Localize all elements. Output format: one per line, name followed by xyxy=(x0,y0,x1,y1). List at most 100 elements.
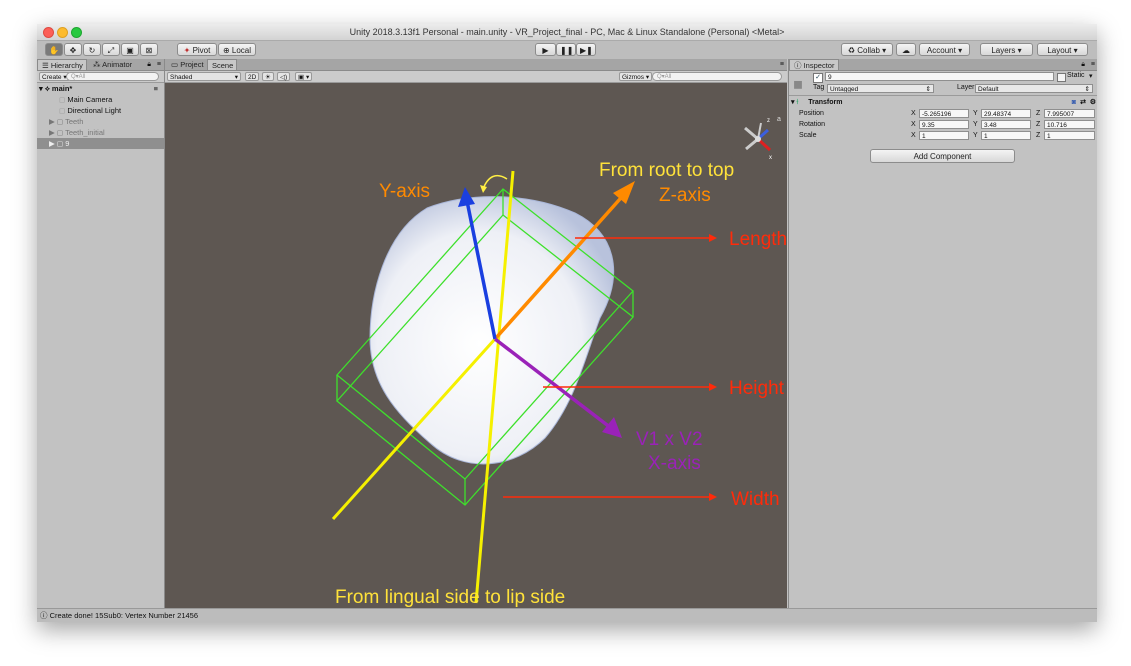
image-icon: ▣ xyxy=(298,74,305,81)
expand-arrow-icon[interactable]: ▶ xyxy=(49,128,55,137)
gizmos-dropdown[interactable]: Gizmos ▾ xyxy=(619,72,653,81)
y-axis-arrowhead xyxy=(458,187,475,207)
position-x-input[interactable]: -5.265196 xyxy=(919,109,969,118)
preset-icon[interactable]: ⇄ xyxy=(1080,97,1086,108)
panel-menu-icon[interactable]: ≡ xyxy=(1091,59,1095,70)
hierarchy-item-label: Teeth xyxy=(65,117,84,126)
tab-inspector[interactable]: ⓘ Inspector xyxy=(789,59,839,70)
position-y-input[interactable]: 29.48374 xyxy=(981,109,1031,118)
hand-tool-button[interactable]: ✋ xyxy=(45,43,63,56)
maximize-window-button[interactable] xyxy=(71,27,82,38)
static-checkbox[interactable] xyxy=(1057,73,1066,82)
rotation-z-input[interactable]: 10.716 xyxy=(1044,120,1095,129)
layers-dropdown[interactable]: Layers ▾ xyxy=(980,43,1033,56)
expand-arrow-icon[interactable]: ▶ xyxy=(49,117,55,126)
rotation-row: Rotation X 9.35 Y 3.48 Z 10.716 xyxy=(789,119,1097,130)
audio-toggle[interactable]: ◁) xyxy=(277,72,291,81)
layout-label: Layout xyxy=(1047,46,1072,55)
scale-y-input[interactable]: 1 xyxy=(981,131,1031,140)
rotate-tool-button[interactable]: ↻ xyxy=(83,43,101,56)
list-item[interactable]: ▶ ◻ Teeth xyxy=(37,116,164,127)
minimize-window-button[interactable] xyxy=(57,27,68,38)
scene-root-row[interactable]: ▾ ⟡ main* ≡ xyxy=(37,83,164,94)
speaker-icon: ◁) xyxy=(280,74,288,81)
chevron-down-icon[interactable]: ▾ xyxy=(1089,72,1093,80)
layout-dropdown[interactable]: Layout ▾ xyxy=(1037,43,1088,56)
orientation-gizmo[interactable] xyxy=(744,122,772,152)
tab-animator[interactable]: ⁂ Animator xyxy=(89,59,136,70)
help-icon[interactable]: ◙ xyxy=(1072,97,1076,108)
tab-project[interactable]: ▭ Project xyxy=(167,59,208,70)
move-tool-button[interactable]: ✥ xyxy=(64,43,82,56)
pivot-toggle-button[interactable]: ✦ Pivot xyxy=(177,43,217,56)
transform-tool-button[interactable]: ⊠ xyxy=(140,43,158,56)
lock-icon[interactable]: 🔒︎ xyxy=(147,59,151,70)
position-x-value: -5.265196 xyxy=(922,111,952,118)
info-icon: ⓘ xyxy=(794,61,802,70)
effects-dropdown[interactable]: ▣ ▾ xyxy=(295,72,313,81)
lingual-to-lip-label: From lingual side to lip side xyxy=(335,587,565,608)
rect-tool-button[interactable]: ▣ xyxy=(121,43,139,56)
gear-icon[interactable]: ⚙ xyxy=(1090,97,1096,108)
scale-x-input[interactable]: 1 xyxy=(919,131,969,140)
layer-dropdown[interactable]: Default ⇕ xyxy=(975,84,1093,93)
lighting-toggle[interactable]: ☀ xyxy=(262,72,274,81)
gizmo-lock-icon[interactable]: a xyxy=(777,116,781,123)
chevron-down-icon: ▾ xyxy=(1073,46,1078,55)
x-axis-letter: X xyxy=(911,121,916,128)
step-button[interactable]: ▶❚ xyxy=(576,43,596,56)
object-name-input[interactable]: 9 xyxy=(825,72,1054,81)
mode-2d-toggle[interactable]: 2D xyxy=(245,72,260,81)
inspector-tabstrip: ⓘ Inspector 🔒︎ ≡ xyxy=(789,59,1097,71)
object-header: ◼ ✓ 9 Static ▾ Tag Untagged ⇕ Layer Defa… xyxy=(789,71,1097,96)
tab-scene[interactable]: Scene xyxy=(207,59,237,70)
lock-icon[interactable]: 🔒︎ xyxy=(1081,59,1085,70)
scene-canvas[interactable]: z x a Y-axis From root to top Z-axis Len… xyxy=(165,83,787,608)
close-window-button[interactable] xyxy=(43,27,54,38)
gameobject-icon: ◻ xyxy=(56,139,64,148)
status-bar: ⓘ Create done! 15Sub0: Vertex Number 214… xyxy=(37,608,1097,622)
play-button[interactable]: ▶ xyxy=(535,43,556,56)
scale-tool-button[interactable]: ⤢ xyxy=(102,43,120,56)
add-component-button[interactable]: Add Component xyxy=(870,149,1015,163)
collab-dropdown[interactable]: ♻ Collab ▾ xyxy=(841,43,893,56)
tab-hierarchy[interactable]: ☰ Hierarchy xyxy=(37,59,87,70)
position-y-value: 29.48374 xyxy=(984,111,1012,118)
list-item[interactable]: ◻ Directional Light xyxy=(37,105,164,116)
status-message[interactable]: Create done! 15Sub0: Vertex Number 21456 xyxy=(50,611,198,620)
x-axis-letter: X xyxy=(911,132,916,139)
panel-menu-icon[interactable]: ≡ xyxy=(780,59,784,70)
tab-animator-label: Animator xyxy=(102,60,133,69)
expand-arrow-icon[interactable]: ▾ xyxy=(791,99,795,106)
rotation-arc-arrowhead xyxy=(480,185,487,193)
hierarchy-search-input[interactable]: Q▾All xyxy=(66,72,159,81)
transform-header[interactable]: ▾ ⟊ Transform ◙ ⇄ ⚙ xyxy=(789,97,1097,108)
local-toggle-button[interactable]: ⊕ Local xyxy=(218,43,256,56)
hierarchy-item-label: Main Camera xyxy=(67,95,113,104)
scene-view[interactable]: z x a Y-axis From root to top Z-axis Len… xyxy=(165,83,787,608)
tag-dropdown[interactable]: Untagged ⇕ xyxy=(827,84,934,93)
expand-arrow-icon[interactable]: ▶ xyxy=(49,139,55,148)
shading-mode-dropdown[interactable]: Shaded ▾ xyxy=(167,72,241,81)
position-z-input[interactable]: 7.995007 xyxy=(1044,109,1095,118)
list-item[interactable]: ▶ ◻ Teeth_initial xyxy=(37,127,164,138)
list-item-selected[interactable]: ▶ ◻ 9 xyxy=(37,138,164,149)
pause-button[interactable]: ❚❚ xyxy=(556,43,576,56)
rotation-y-input[interactable]: 3.48 xyxy=(981,120,1031,129)
scene-menu-icon[interactable]: ≡ xyxy=(154,83,158,94)
hierarchy-panel: ☰ Hierarchy ⁂ Animator 🔒︎ ≡ Create ▾ Q▾A… xyxy=(37,59,165,608)
rotation-x-input[interactable]: 9.35 xyxy=(919,120,969,129)
account-dropdown[interactable]: Account ▾ xyxy=(919,43,970,56)
scale-z-input[interactable]: 1 xyxy=(1044,131,1095,140)
active-checkbox[interactable]: ✓ xyxy=(813,73,823,83)
expand-arrow-icon[interactable]: ▾ xyxy=(39,84,43,93)
list-item[interactable]: ◻ Main Camera xyxy=(37,94,164,105)
hierarchy-tabstrip: ☰ Hierarchy ⁂ Animator 🔒︎ ≡ xyxy=(37,59,164,71)
scene-search-input[interactable]: Q▾All xyxy=(652,72,782,81)
mode-2d-label: 2D xyxy=(248,74,257,81)
create-dropdown[interactable]: Create ▾ xyxy=(39,72,70,81)
z-axis-letter: Z xyxy=(1036,110,1041,117)
panel-menu-icon[interactable]: ≡ xyxy=(157,59,161,70)
info-icon: ⓘ xyxy=(40,611,48,620)
cloud-button[interactable]: ☁ xyxy=(896,43,916,56)
